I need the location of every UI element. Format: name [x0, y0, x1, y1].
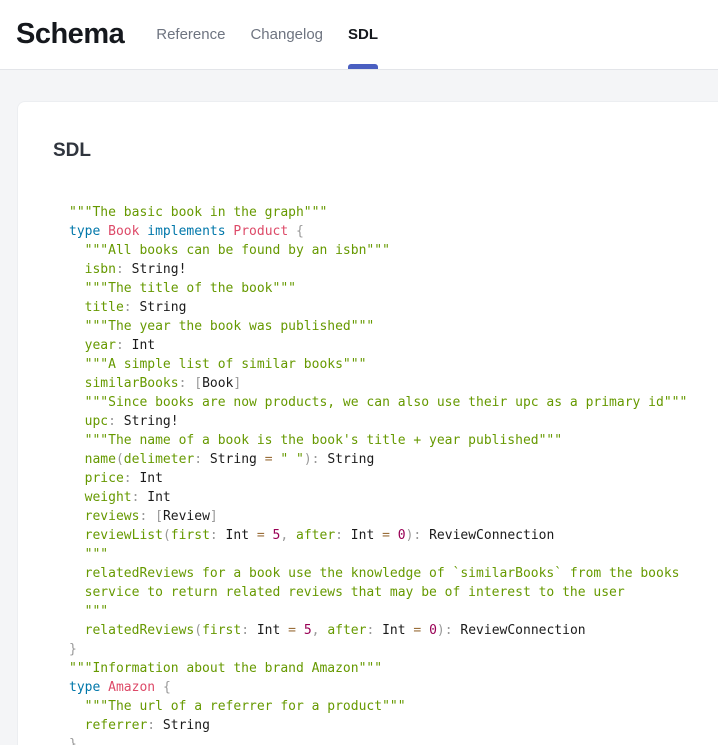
code-line: """ — [69, 545, 702, 564]
page-title: Schema — [16, 18, 124, 51]
code-line: weight: Int — [69, 488, 702, 507]
content-area: SDL """The basic book in the graph"""typ… — [0, 70, 718, 745]
code-line: type Amazon { — [69, 678, 702, 697]
page-header: Schema Reference Changelog SDL — [0, 0, 718, 70]
code-line: """Information about the brand Amazon""" — [69, 659, 702, 678]
tab-sdl[interactable]: SDL — [348, 0, 378, 69]
header-tabs: Reference Changelog SDL — [156, 0, 378, 69]
code-line: year: Int — [69, 336, 702, 355]
code-line: } — [69, 640, 702, 659]
code-line: """The basic book in the graph""" — [69, 203, 702, 222]
code-line: """A simple list of similar books""" — [69, 355, 702, 374]
code-line: reviewList(first: Int = 5, after: Int = … — [69, 526, 702, 545]
active-tab-indicator — [348, 64, 378, 69]
schema-page: Schema Reference Changelog SDL SDL """The … — [0, 0, 718, 745]
code-line: """The year the book was published""" — [69, 317, 702, 336]
tab-label: Changelog — [250, 26, 323, 43]
code-line: title: String — [69, 298, 702, 317]
code-line: """Since books are now products, we can … — [69, 393, 702, 412]
code-line: """The name of a book is the book's titl… — [69, 431, 702, 450]
tab-label: Reference — [156, 26, 225, 43]
code-line: type Book implements Product { — [69, 222, 702, 241]
code-line: reviews: [Review] — [69, 507, 702, 526]
code-line: name(delimeter: String = " "): String — [69, 450, 702, 469]
code-line: service to return related reviews that m… — [69, 583, 702, 602]
tab-reference[interactable]: Reference — [156, 0, 225, 69]
sdl-code-block: """The basic book in the graph"""type Bo… — [69, 203, 702, 745]
tab-label: SDL — [348, 26, 378, 43]
sdl-heading: SDL — [53, 138, 702, 164]
code-line: """All books can be found by an isbn""" — [69, 241, 702, 260]
code-line: isbn: String! — [69, 260, 702, 279]
tab-changelog[interactable]: Changelog — [250, 0, 323, 69]
code-line: """The url of a referrer for a product""… — [69, 697, 702, 716]
code-line: } — [69, 735, 702, 745]
code-line: referrer: String — [69, 716, 702, 735]
sdl-card: SDL """The basic book in the graph"""typ… — [17, 101, 718, 745]
code-line: """ — [69, 602, 702, 621]
code-line: relatedReviews(first: Int = 5, after: In… — [69, 621, 702, 640]
code-line: """The title of the book""" — [69, 279, 702, 298]
code-line: relatedReviews for a book use the knowle… — [69, 564, 702, 583]
code-line: price: Int — [69, 469, 702, 488]
code-line: similarBooks: [Book] — [69, 374, 702, 393]
code-line: upc: String! — [69, 412, 702, 431]
